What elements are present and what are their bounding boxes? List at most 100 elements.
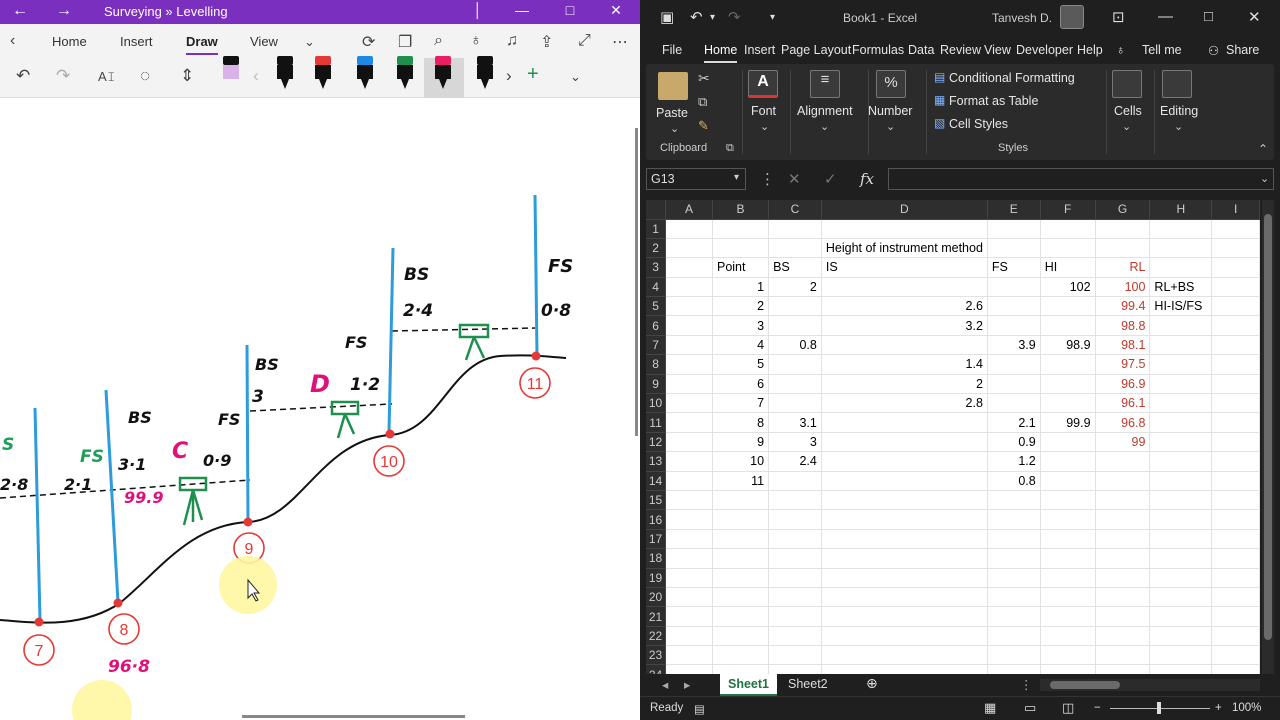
page-layout-view-icon[interactable]: ▭ [1024,700,1036,716]
row-header[interactable]: 16 [646,509,667,530]
cell-a19[interactable] [665,568,713,588]
save-icon[interactable]: ▣ [660,8,674,26]
cancel-icon[interactable]: ✕ [788,170,801,188]
more-icon[interactable]: ⋯ [612,32,628,52]
cell-b16[interactable] [712,509,770,530]
more-icon[interactable]: ⋮ [760,170,775,188]
cell-a11[interactable] [665,412,713,433]
customize-qat-icon[interactable]: ▾ [770,12,775,23]
vertical-scrollbar[interactable] [635,128,638,436]
cell-c17[interactable] [768,529,822,550]
cell-b2[interactable] [712,238,770,259]
cell-h19[interactable] [1149,568,1213,588]
cell-c22[interactable] [768,626,822,647]
cell-g7[interactable]: 98.1 [1095,335,1151,356]
row-header[interactable]: 6 [646,315,667,336]
tab-view[interactable]: View [984,43,1011,57]
row-header[interactable]: 19 [646,568,667,588]
pen-5-icon[interactable] [396,56,414,92]
cell-b24[interactable] [712,664,770,674]
undo-icon[interactable]: ↶ [16,66,30,86]
undo-icon[interactable]: ↶ [690,8,703,26]
row-header[interactable]: 22 [646,626,667,647]
cell-c1[interactable] [768,219,822,239]
tab-page-layout[interactable]: Page Layout [781,43,851,57]
cell-c20[interactable] [768,587,822,608]
cell-g3[interactable]: RL [1095,257,1151,278]
cell-d23[interactable] [821,645,988,666]
percent-icon[interactable]: % [876,70,906,98]
cell-h6[interactable] [1149,315,1213,336]
column-header-d[interactable]: D [821,200,988,220]
cell-d24[interactable] [821,664,988,674]
collapse-ribbon-icon[interactable]: ⌃ [1258,142,1268,156]
cell-i15[interactable] [1211,490,1260,511]
cell-b8[interactable]: 5 [712,354,770,375]
cell-c21[interactable] [768,606,822,627]
cell-b17[interactable] [712,529,770,550]
cell-d11[interactable] [821,412,988,433]
cell-g9[interactable]: 96.9 [1095,374,1151,395]
undo-dropdown-icon[interactable]: ▾ [710,12,715,23]
cell-c19[interactable] [768,568,822,588]
macro-record-icon[interactable]: ▤ [694,702,705,716]
cell-e5[interactable] [987,296,1041,317]
tab-home[interactable]: Home [52,34,87,49]
cell-a2[interactable] [665,238,713,259]
row-header[interactable]: 24 [646,664,667,674]
cell-f2[interactable] [1040,238,1096,259]
cell-h20[interactable] [1149,587,1213,608]
cell-e9[interactable] [987,374,1041,395]
cell-f17[interactable] [1040,529,1096,550]
cell-i17[interactable] [1211,529,1260,550]
row-header[interactable]: 10 [646,393,667,414]
cell-c9[interactable] [768,374,822,395]
cell-f18[interactable] [1040,548,1096,569]
cell-h11[interactable] [1149,412,1213,433]
cell-a20[interactable] [665,587,713,608]
cell-f19[interactable] [1040,568,1096,588]
cell-f15[interactable] [1040,490,1096,511]
cell-d12[interactable] [821,432,988,453]
cell-b1[interactable] [712,219,770,239]
cell-c13[interactable]: 2.4 [768,451,822,472]
alignment-button[interactable]: Alignment [797,104,853,118]
cell-b11[interactable]: 8 [712,412,770,433]
tab-data[interactable]: Data [908,43,934,57]
cell-f23[interactable] [1040,645,1096,666]
cell-a16[interactable] [665,509,713,530]
cell-c4[interactable]: 2 [768,277,822,298]
column-header-h[interactable]: H [1149,200,1213,220]
horizontal-scrollbar[interactable] [242,715,465,718]
name-box-dropdown-icon[interactable]: ▾ [734,172,739,183]
number-button[interactable]: Number [868,104,912,118]
cell-d3[interactable]: IS [821,257,988,278]
conditional-formatting-button[interactable]: Conditional Formatting [949,71,1075,85]
cell-e19[interactable] [987,568,1041,588]
cell-g24[interactable] [1095,664,1151,674]
cell-h5[interactable]: HI-IS/FS [1149,296,1213,317]
cell-a4[interactable] [665,277,713,298]
maximize-icon[interactable]: □ [1204,8,1213,25]
chevron-down-icon[interactable]: ⌄ [570,69,581,85]
cell-i14[interactable] [1211,471,1260,491]
cell-d6[interactable]: 3.2 [821,315,988,336]
worksheet-grid[interactable]: ABCDEFGHI 1 2 Height of instrument method 3… [646,200,1260,674]
cell-h13[interactable] [1149,451,1213,472]
cell-d21[interactable] [821,606,988,627]
minimize-icon[interactable]: — [1158,8,1173,25]
cell-e10[interactable] [987,393,1041,414]
cell-i1[interactable] [1211,219,1260,239]
cell-g4[interactable]: 100 [1095,277,1151,298]
cell-c8[interactable] [768,354,822,375]
tab-review[interactable]: Review [940,43,981,57]
cell-a5[interactable] [665,296,713,317]
cell-a17[interactable] [665,529,713,550]
cell-d1[interactable] [821,219,988,239]
cell-g1[interactable] [1095,219,1151,239]
cell-h8[interactable] [1149,354,1213,375]
cell-g22[interactable] [1095,626,1151,647]
cell-e15[interactable] [987,490,1041,511]
format-painter-icon[interactable]: ✎ [698,118,709,134]
font-color-icon[interactable]: A [748,70,778,98]
